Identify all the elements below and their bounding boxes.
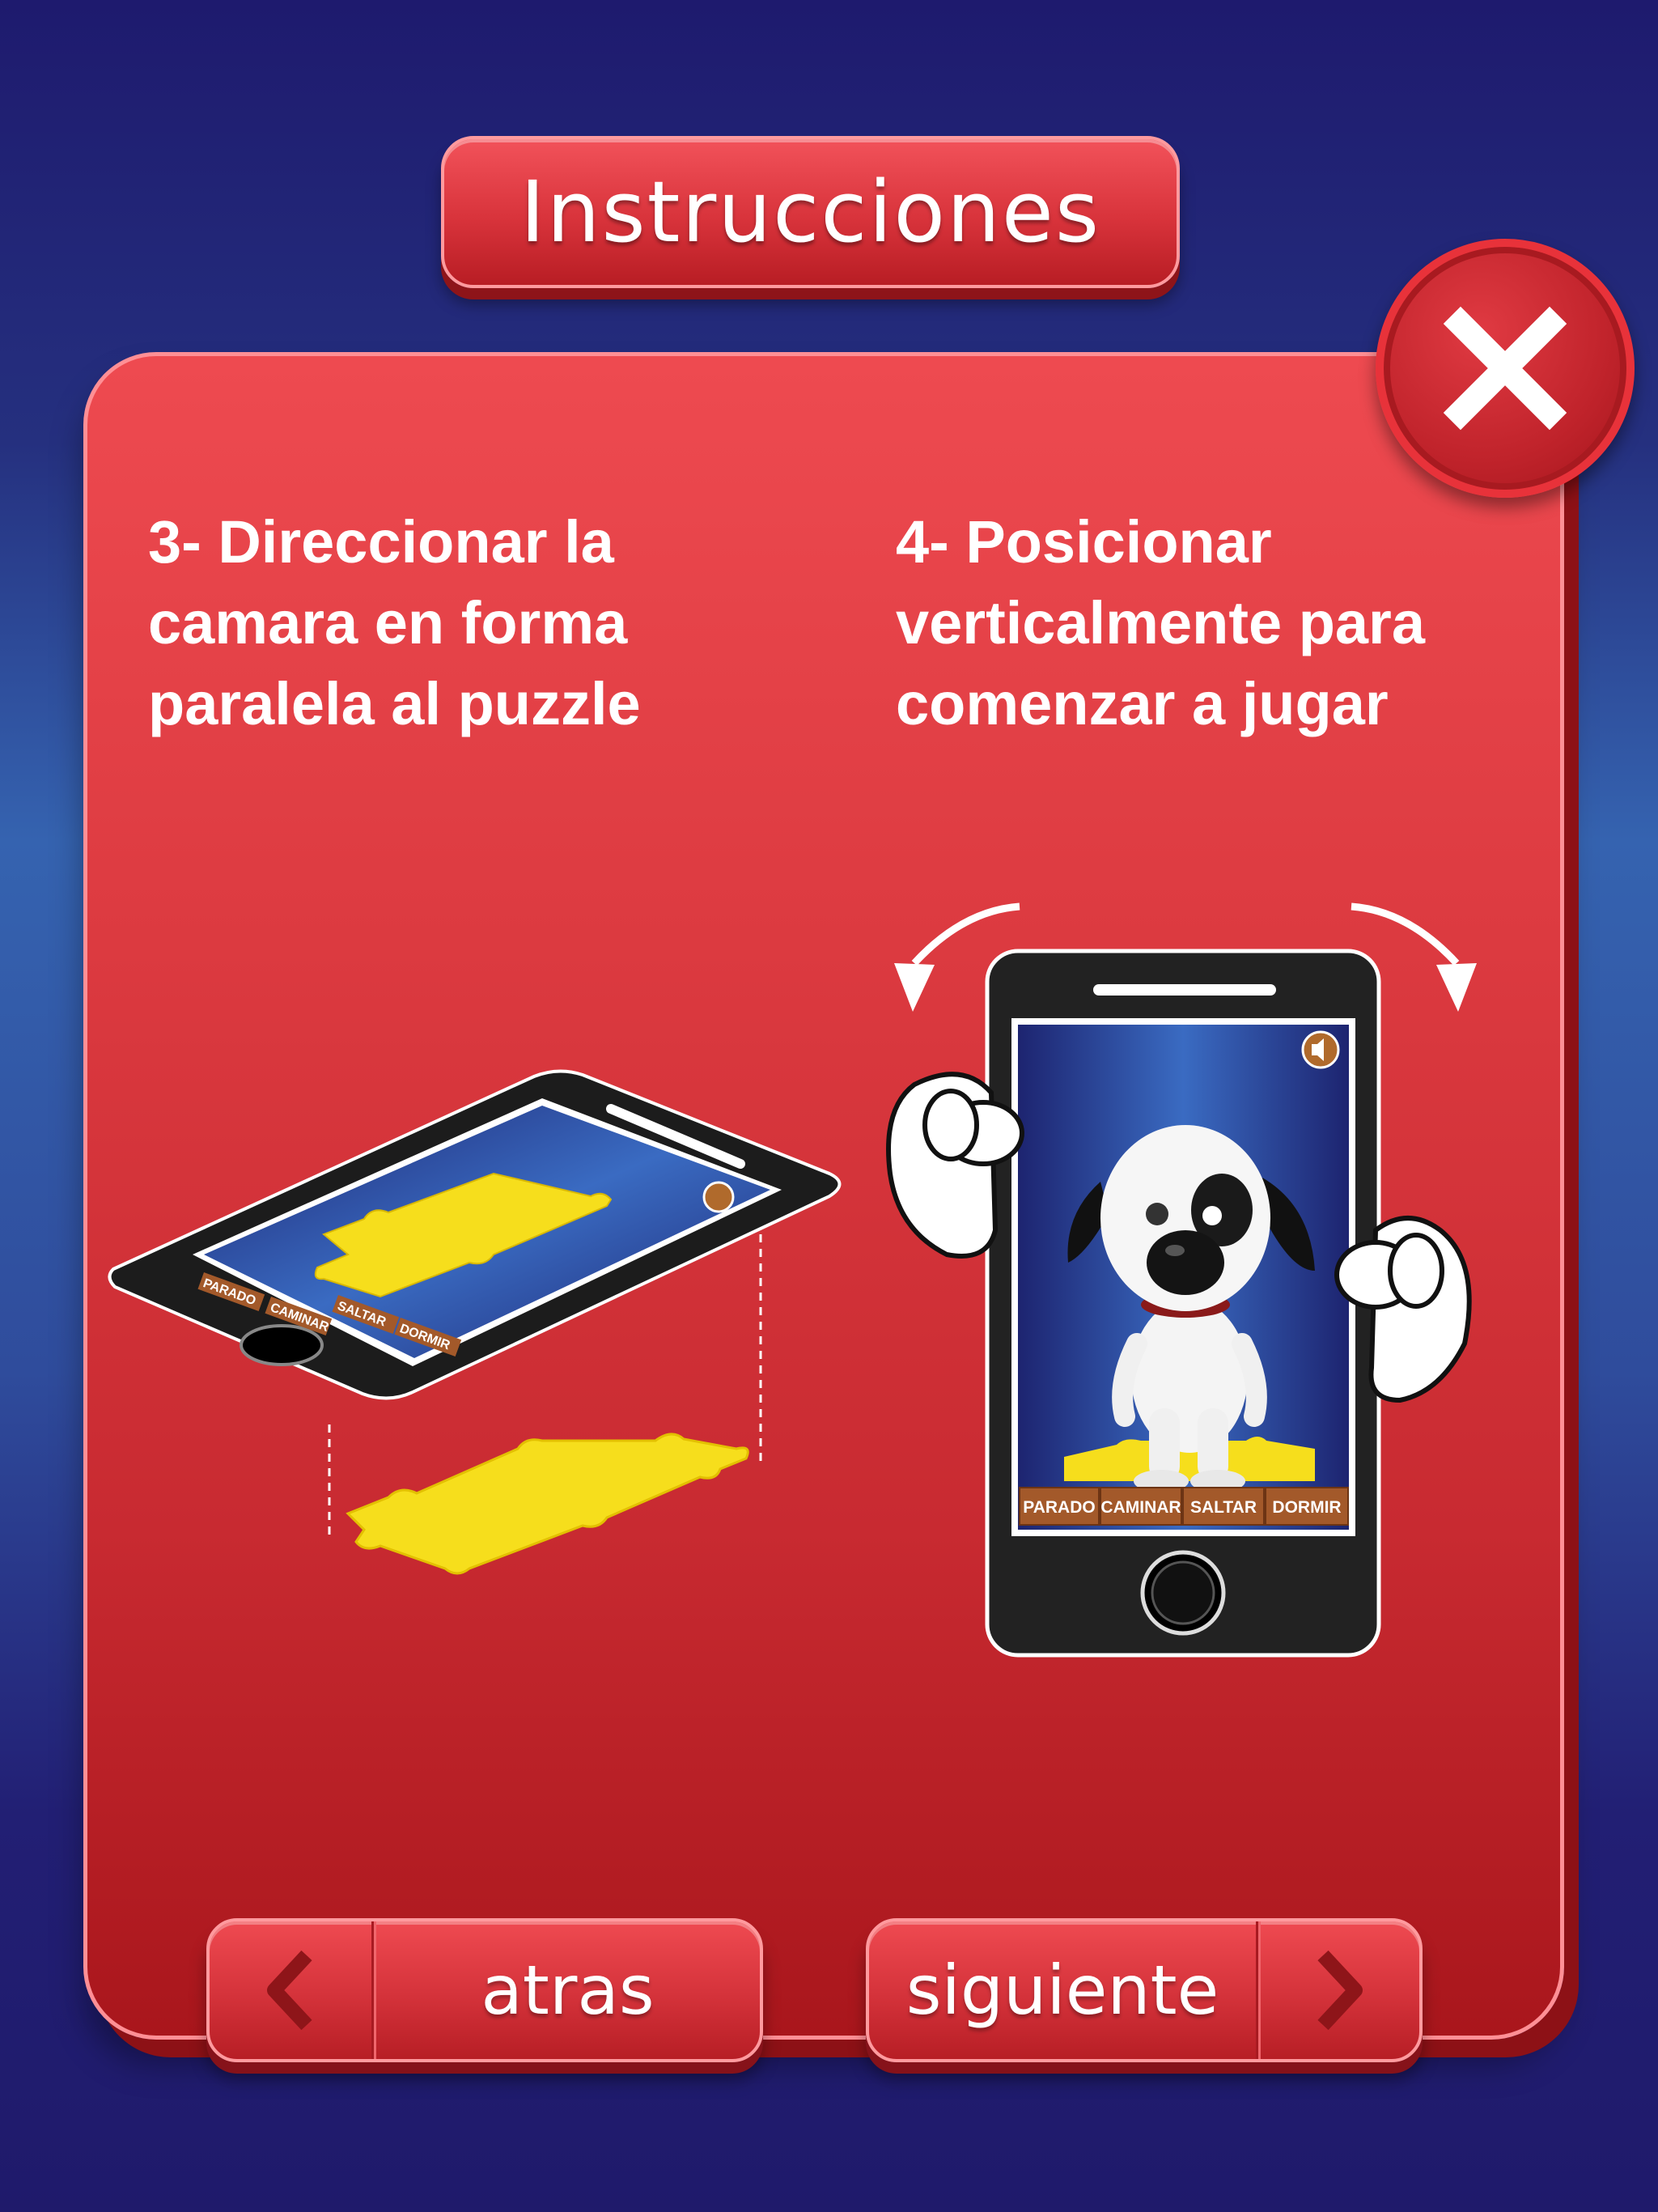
close-button[interactable]	[1376, 239, 1635, 498]
back-button[interactable]: atras	[206, 1918, 763, 2062]
step-4-line-2: verticalmente para	[896, 589, 1426, 656]
upright-btn-dormir: DORMIR	[1272, 1498, 1341, 1517]
next-label: siguiente	[905, 1951, 1219, 2030]
upright-btn-parado: PARADO	[1023, 1498, 1095, 1517]
step-3-text: 3- Direccionar la camara en forma parale…	[148, 502, 641, 745]
chevron-right-icon	[1259, 1921, 1419, 2059]
upright-phone-illustration: PARADO CAMINAR SALTAR DORMIR	[886, 902, 1477, 1658]
rotate-right-arrow	[1351, 902, 1460, 966]
step-3-line-2: camara en forma	[148, 589, 628, 656]
floor-puzzle	[346, 1433, 749, 1575]
step-4-line-1: 4- Posicionar	[896, 508, 1272, 575]
flat-phone-illustration: PARADO CAMINAR SALTAR DORMIR	[108, 1069, 842, 1575]
step-4-text: 4- Posicionar verticalmente para comenza…	[896, 502, 1425, 745]
upright-btn-caminar: CAMINAR	[1100, 1498, 1181, 1517]
upright-btn-saltar: SALTAR	[1190, 1498, 1257, 1517]
next-button[interactable]: siguiente	[866, 1918, 1423, 2062]
speaker-icon	[702, 1181, 735, 1213]
chevron-left-icon	[210, 1921, 371, 2059]
step-3-line-1: 3- Direccionar la	[148, 508, 614, 575]
upright-screen-buttons: PARADO CAMINAR SALTAR DORMIR	[1019, 1487, 1349, 1526]
back-label: atras	[481, 1951, 655, 2030]
step-4-line-3: comenzar a jugar	[896, 670, 1389, 737]
title-banner: Instrucciones	[441, 136, 1180, 288]
page-title: Instrucciones	[519, 163, 1101, 261]
close-icon	[1443, 306, 1567, 431]
step-3-line-3: paralela al puzzle	[148, 670, 641, 737]
